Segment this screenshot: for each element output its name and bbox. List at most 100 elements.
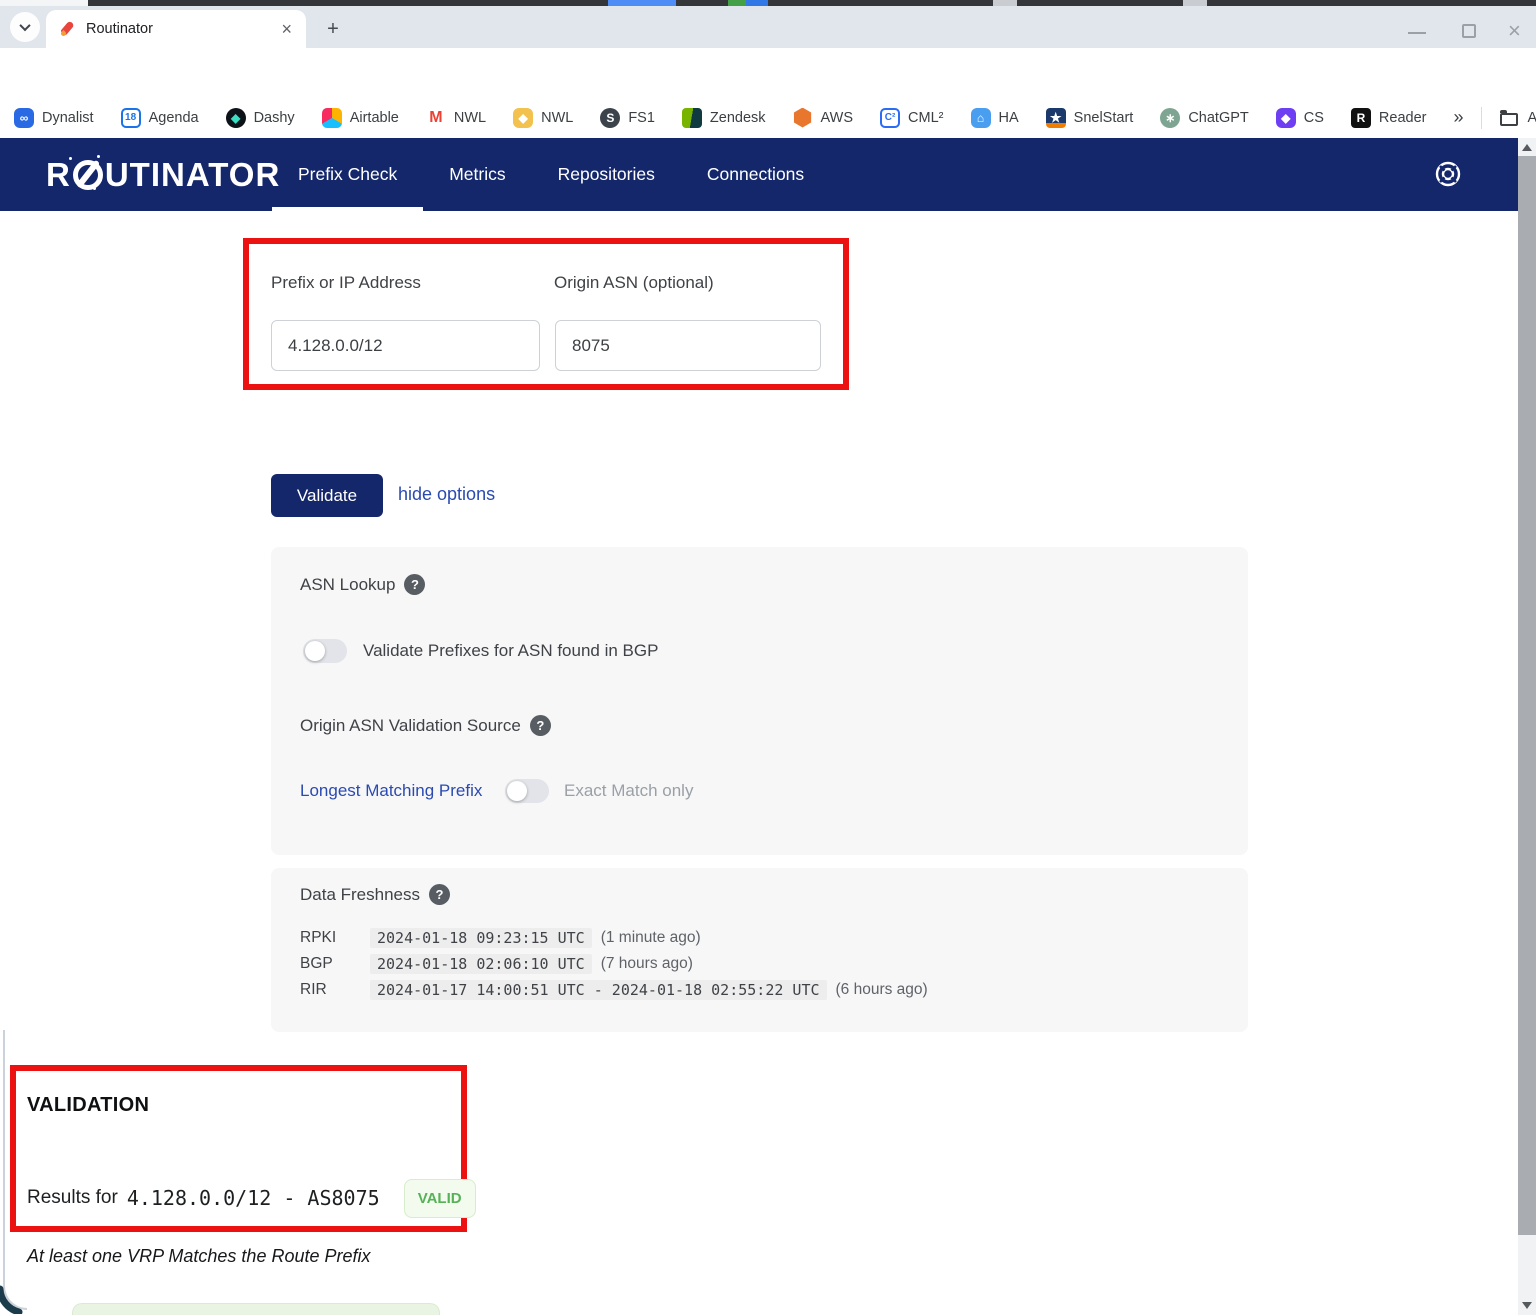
freshness-source: RIR [300,981,370,999]
bookmark-icon [793,108,813,128]
rocket-o-icon [73,160,103,190]
nav-repositories[interactable]: Repositories [532,138,681,211]
bookmark-icon: R [1351,108,1371,128]
rocket-favicon [58,20,76,38]
bookmark-icon: ◆ [1276,108,1296,128]
bookmark-icon: ⌂ [971,108,991,128]
bookmark-label: Airtable [350,110,399,126]
app-nav: Prefix Check Metrics Repositories Connec… [272,138,830,211]
bookmark-item[interactable]: ★ SnelStart [1046,108,1134,128]
screenshot-corner-artifact [0,1284,26,1314]
results-value: 4.128.0.0/12 - AS8075 [127,1186,380,1210]
bookmark-item[interactable]: ◆ Dashy [226,108,295,128]
prefix-input[interactable] [271,320,540,371]
bookmark-item[interactable]: ∗ ChatGPT [1160,108,1248,128]
chevron-down-icon [19,20,30,31]
bookmark-label: Zendesk [710,110,766,126]
freshness-ago: (1 minute ago) [601,929,701,947]
bookmark-item[interactable]: R Reader [1351,108,1427,128]
match-mode-toggle[interactable] [505,779,549,803]
bookmark-label: HA [999,110,1019,126]
scroll-up-icon[interactable] [1522,144,1532,151]
bookmark-label: Reader [1379,110,1427,126]
bookmark-icon [322,108,342,128]
tab-search-button[interactable] [10,12,40,42]
bookmarks-overflow-icon[interactable]: » [1453,107,1463,128]
bookmark-label: NWL [541,110,573,126]
help-icon[interactable]: ? [429,884,450,905]
folder-icon [1500,113,1518,126]
freshness-ago: (6 hours ago) [836,981,928,999]
app-header: RUTINATOR Prefix Check Metrics Repositor… [0,138,1536,211]
screenshot-edge-line [3,1030,27,1310]
bookmark-label: CS [1304,110,1324,126]
results-label: Results for [27,1187,118,1209]
bookmark-icon: ◆ [226,108,246,128]
nav-prefix-check[interactable]: Prefix Check [272,138,423,211]
validate-button[interactable]: Validate [271,474,383,517]
exact-match-label: Exact Match only [564,781,693,801]
bookmark-label: Dynalist [42,110,94,126]
bookmark-icon: 18 [121,108,141,128]
bookmark-item[interactable]: ◆ CS [1276,108,1324,128]
details-button-partial[interactable] [72,1303,440,1315]
browser-tab[interactable]: Routinator × [46,10,306,48]
freshness-row: RIR 2024-01-17 14:00:51 UTC - 2024-01-18… [300,977,1220,1003]
longest-match-label[interactable]: Longest Matching Prefix [300,781,482,801]
lifebuoy-icon[interactable] [1434,160,1462,188]
window-close-button[interactable]: × [1508,18,1521,44]
asn-input[interactable] [555,320,821,371]
nav-metrics[interactable]: Metrics [423,138,531,211]
freshness-rows: RPKI 2024-01-18 09:23:15 UTC (1 minute a… [300,925,1220,1003]
bookmark-label: CML² [908,110,943,126]
help-icon[interactable]: ? [530,715,551,736]
scrollbar-thumb[interactable] [1518,156,1536,1235]
bookmark-label: NWL [454,110,486,126]
browser-tab-bar: Routinator × + × [0,6,1536,48]
bookmark-item[interactable]: Zendesk [682,108,766,128]
screen: Routinator × + × ← → ↻ ⌂ ⚠ Not secure do… [0,0,1536,1315]
freshness-title: Data Freshness ? [300,884,450,905]
window-maximize-button[interactable] [1462,24,1476,38]
asn-lookup-toggle[interactable] [303,639,347,663]
freshness-source: BGP [300,955,370,973]
validation-title: VALIDATION [27,1094,149,1117]
bookmark-item[interactable]: 18 Agenda [121,108,199,128]
bookmark-icon: M [426,108,446,128]
routinator-logo[interactable]: RUTINATOR [46,138,280,211]
bookmark-item[interactable]: M NWL [426,108,486,128]
bookmark-icon: C² [880,108,900,128]
bookmark-item[interactable]: ∞ Dynalist [14,108,94,128]
page-scrollbar[interactable] [1518,138,1536,1315]
valid-status-badge: VALID [404,1179,476,1218]
freshness-source: RPKI [300,929,370,947]
bookmark-icon: S [600,108,620,128]
bookmark-item[interactable]: C² CML² [880,108,943,128]
bookmark-item[interactable]: Airtable [322,108,399,128]
window-minimize-button[interactable] [1408,32,1426,34]
browser-toolbar: ← → ↻ ⌂ ⚠ Not secure docker1.nwl.ai:8323… [0,48,1536,97]
freshness-row: RPKI 2024-01-18 09:23:15 UTC (1 minute a… [300,925,1220,951]
new-tab-button[interactable]: + [320,16,346,42]
help-icon[interactable]: ? [404,574,425,595]
asn-field-label: Origin ASN (optional) [554,273,714,293]
validation-results: Results for 4.128.0.0/12 - AS8075 VALID [27,1176,476,1220]
bookmark-item[interactable]: AWS [793,108,854,128]
bookmark-item[interactable]: ◆ NWL [513,108,573,128]
bookmark-icon: ∗ [1160,108,1180,128]
hide-options-link[interactable]: hide options [398,484,495,505]
bookmark-item[interactable]: S FS1 [600,108,655,128]
bookmark-icon [682,108,702,128]
freshness-timestamp: 2024-01-17 14:00:51 UTC - 2024-01-18 02:… [370,980,827,1000]
nav-connections[interactable]: Connections [681,138,830,211]
all-bookmarks-button[interactable]: All Bookmarks [1500,110,1536,126]
tab-close-icon[interactable]: × [279,19,294,40]
prefix-field-label: Prefix or IP Address [271,273,421,293]
bookmark-icon: ∞ [14,108,34,128]
bookmark-label: Dashy [254,110,295,126]
bookmark-icon: ◆ [513,108,533,128]
origin-source-title: Origin ASN Validation Source ? [300,715,551,736]
scroll-down-icon[interactable] [1522,1302,1532,1309]
bookmark-item[interactable]: ⌂ HA [971,108,1019,128]
bookmark-label: SnelStart [1074,110,1134,126]
